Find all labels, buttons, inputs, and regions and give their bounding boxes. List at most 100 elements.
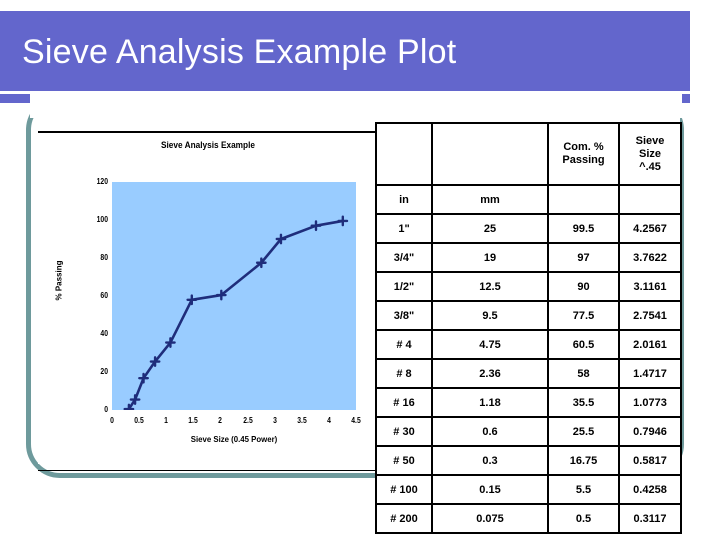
cell-size-mm: 19 (431, 242, 549, 273)
header-cell-pct-passing: Com. % Passing (547, 122, 620, 186)
table-row: # 4 4.75 60.5 2.0161 (375, 329, 682, 360)
table-row: # 8 2.36 58 1.4717 (375, 358, 682, 389)
cell-pct-passing: 60.5 (547, 329, 620, 360)
chart-x-tick-label: 0 (110, 416, 114, 425)
cell-size-45: 0.7946 (618, 416, 682, 447)
sieve-data-table-wrapper: Com. % Passing Sieve Size ^.45 in mm 1" 2… (375, 122, 682, 534)
header-pct-passing-line1: Com. % (563, 141, 604, 153)
cell-size-45: 2.0161 (618, 329, 682, 360)
chart-y-tick-label: 120 (96, 177, 108, 186)
table-row: 3/4" 19 97 3.7622 (375, 242, 682, 273)
chart-y-tick-label: 100 (96, 215, 108, 224)
chart-y-axis-ticks: 120 100 80 60 40 20 0 (38, 134, 108, 414)
cell-sieve-in: 3/8" (375, 300, 433, 331)
cell-sieve-in: # 50 (375, 445, 433, 476)
header-sieve-size-line3: ^.45 (639, 160, 661, 173)
header-sieve-size-line1: Sieve (635, 134, 665, 147)
cell-pct-passing: 0.5 (547, 503, 620, 534)
units-cell-in: in (375, 184, 433, 215)
cell-sieve-in: 1" (375, 213, 433, 244)
chart-x-tick-label: 2.5 (242, 416, 253, 425)
units-cell-size45 (618, 184, 682, 215)
cell-sieve-in: # 100 (375, 474, 433, 505)
cell-size-45: 3.1161 (618, 271, 682, 302)
table-units-row: in mm (375, 184, 682, 215)
cell-size-mm: 4.75 (431, 329, 549, 360)
header-pct-passing-line2: Passing (562, 154, 605, 166)
cell-size-mm: 0.15 (431, 474, 549, 505)
sieve-analysis-chart: Sieve Analysis Example % Passing 120 100 8… (38, 134, 378, 464)
header-cell-size-mm (431, 122, 549, 186)
cell-pct-passing: 97 (547, 242, 620, 273)
cell-size-45: 0.3117 (618, 503, 682, 534)
frame-top-mask-inner (76, 92, 680, 126)
cell-size-45: 1.4717 (618, 358, 682, 389)
table-row: 3/8" 9.5 77.5 2.7541 (375, 300, 682, 331)
chart-x-tick-label: 0.5 (134, 416, 144, 425)
chart-data-point-marker (337, 215, 349, 227)
table-row: # 100 0.15 5.5 0.4258 (375, 474, 682, 505)
header-cell-sieve-in (375, 122, 433, 186)
cell-pct-passing: 90 (547, 271, 620, 302)
cell-sieve-in: # 4 (375, 329, 433, 360)
cell-size-mm: 0.075 (431, 503, 549, 534)
cell-sieve-in: # 16 (375, 387, 433, 418)
cell-size-mm: 0.6 (431, 416, 549, 447)
cell-size-45: 4.2567 (618, 213, 682, 244)
chart-y-tick-label: 40 (100, 329, 108, 338)
table-header-row: Com. % Passing Sieve Size ^.45 (375, 122, 682, 186)
table-row: # 30 0.6 25.5 0.7946 (375, 416, 682, 447)
chart-line (127, 219, 345, 410)
chart-x-tick-label: 4 (326, 416, 331, 425)
cell-pct-passing: 25.5 (547, 416, 620, 447)
chart-y-tick-label: 60 (100, 291, 108, 300)
cell-size-45: 0.4258 (618, 474, 682, 505)
sieve-data-table: Com. % Passing Sieve Size ^.45 in mm 1" 2… (375, 122, 682, 534)
cell-pct-passing: 5.5 (547, 474, 620, 505)
chart-x-tick-label: 1 (164, 416, 169, 425)
table-row: 1/2" 12.5 90 3.1161 (375, 271, 682, 302)
chart-series-line (123, 215, 349, 410)
cell-size-45: 1.0773 (618, 387, 682, 418)
chart-top-rule (38, 131, 376, 133)
table-row: # 50 0.3 16.75 0.5817 (375, 445, 682, 476)
page-title: Sieve Analysis Example Plot (22, 33, 457, 71)
cell-pct-passing: 77.5 (547, 300, 620, 331)
cell-size-45: 2.7541 (618, 300, 682, 331)
cell-size-mm: 25 (431, 213, 549, 244)
chart-y-tick-label: 0 (104, 405, 108, 414)
cell-pct-passing: 16.75 (547, 445, 620, 476)
chart-x-tick-label: 3 (272, 416, 277, 425)
table-row: # 16 1.18 35.5 1.0773 (375, 387, 682, 418)
chart-x-tick-label: 4.5 (351, 416, 361, 425)
chart-y-tick-label: 80 (100, 253, 108, 262)
cell-size-mm: 0.3 (431, 445, 549, 476)
chart-data-point-marker (186, 294, 198, 306)
chart-x-axis-label: Sieve Size (0.45 Power) (190, 434, 278, 444)
cell-sieve-in: 3/4" (375, 242, 433, 273)
cell-size-45: 3.7622 (618, 242, 682, 273)
cell-sieve-in: # 8 (375, 358, 433, 389)
chart-x-tick-label: 3.5 (297, 416, 307, 425)
cell-sieve-in: # 30 (375, 416, 433, 447)
chart-y-tick-label: 20 (100, 367, 108, 376)
cell-size-45: 0.5817 (618, 445, 682, 476)
table-row: # 200 0.075 0.5 0.3117 (375, 503, 682, 534)
cell-size-mm: 2.36 (431, 358, 549, 389)
cell-sieve-in: # 200 (375, 503, 433, 534)
cell-pct-passing: 35.5 (547, 387, 620, 418)
cell-size-mm: 12.5 (431, 271, 549, 302)
header-sieve-size-line2: Size (638, 147, 661, 160)
header-cell-sieve-size-45: Sieve Size ^.45 (618, 122, 682, 186)
table-row: 1" 25 99.5 4.2567 (375, 213, 682, 244)
cell-size-mm: 9.5 (431, 300, 549, 331)
cell-sieve-in: 1/2" (375, 271, 433, 302)
slide: Sieve Analysis Example Plot Sieve Analys… (0, 0, 720, 540)
cell-pct-passing: 58 (547, 358, 620, 389)
units-cell-mm: mm (431, 184, 549, 215)
chart-x-axis-ticks: 0 0.5 1 1.5 2 2.5 3 3.5 4 4.5 (110, 416, 361, 430)
cell-size-mm: 1.18 (431, 387, 549, 418)
units-cell-pct (547, 184, 620, 215)
chart-data-point-marker (310, 220, 322, 232)
cell-pct-passing: 99.5 (547, 213, 620, 244)
